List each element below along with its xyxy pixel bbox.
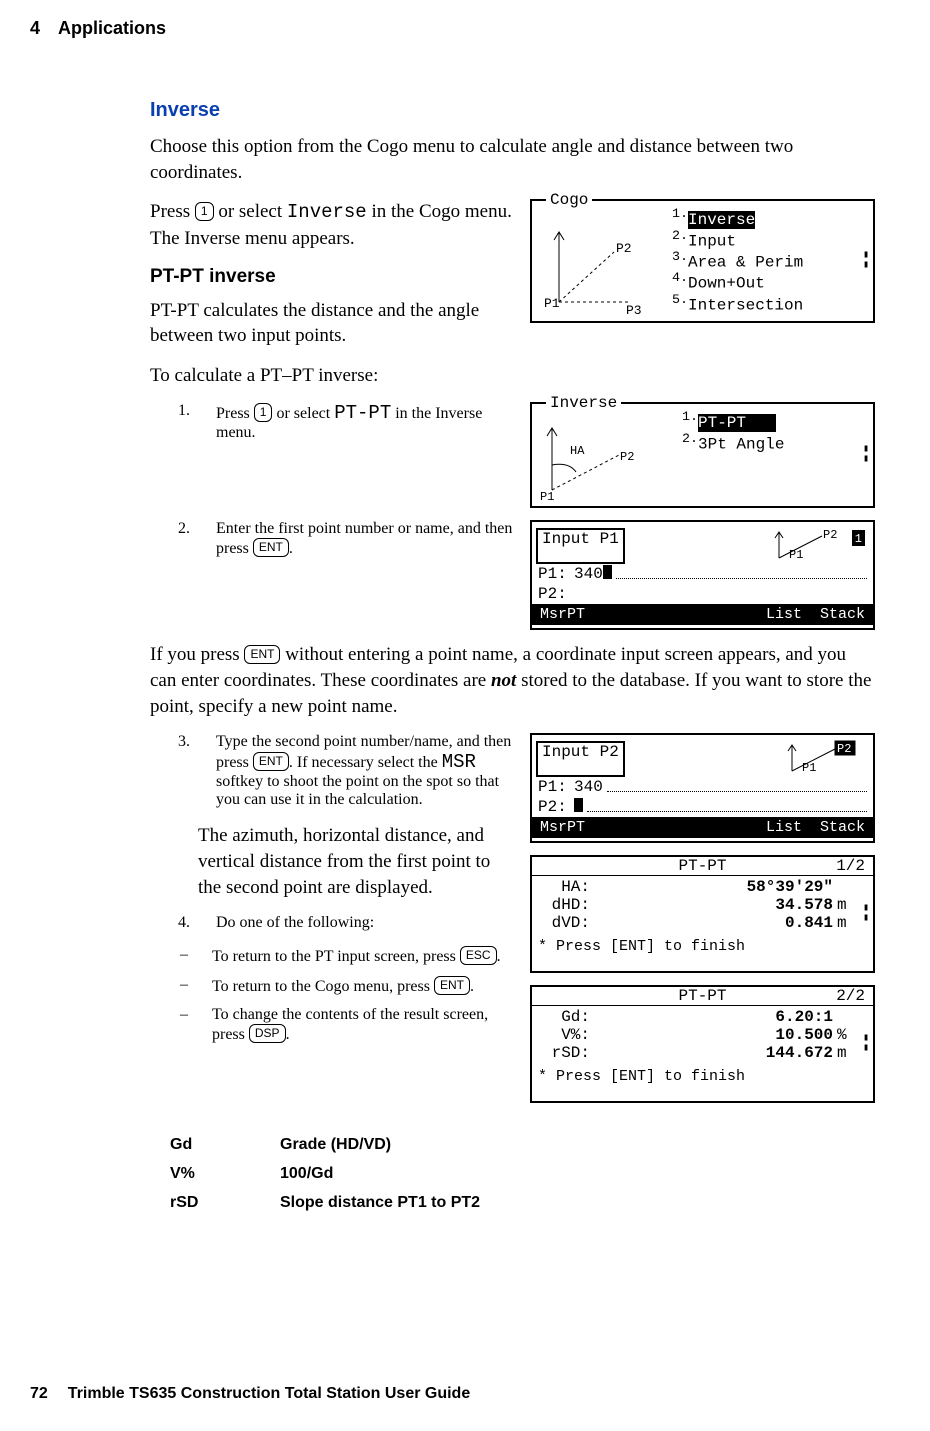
chapter-number: 4 [30,18,40,39]
key-dsp: DSP [249,1024,286,1043]
screen-input-p1: Input P1 P1 P2 1 P1: 340 [530,520,875,630]
result2-page: 2/2 [836,987,865,1005]
svg-text:P1: P1 [544,296,560,311]
lock-icons: ▮▮ [863,445,869,465]
result1-row-ha: HA:58°39'29" [538,878,853,896]
cursor-icon [574,798,583,812]
step-3: 3. Type the second point number/name, an… [178,733,514,809]
screen-inverse-menu: Inverse HA P1 P2 1.PT-PT 2.3Pt Angle ▮▮ [530,402,875,508]
result2-row-gd: Gd:6.20:1 [538,1008,853,1026]
lock-icons: ▮▮ [863,904,869,924]
key-ent: ENT [253,752,289,771]
input-p1-badge: 1 [852,530,865,546]
result1-page: 1/2 [836,857,865,875]
result1-title: PT-PT [678,857,726,875]
result2-hint: * Press [ENT] to finish [532,1064,873,1087]
page-footer: 72 Trimble TS635 Construction Total Stat… [30,1385,470,1403]
svg-text:P2: P2 [823,528,837,542]
step-2: 2. Enter the first point number or name,… [178,520,514,558]
svg-text:HA: HA [570,444,585,458]
screen-input-p2: Input P2 P1 P2 P1: 340 [530,733,875,843]
softkey-msrpt: MsrPT [540,606,585,623]
input-p1-row-p1: P1: 340 [532,564,873,584]
input-p1-diagram-icon: P1 P2 [767,526,852,564]
result2-row-rsd: rSD:144.672m [538,1044,853,1062]
softkey-list: List [766,606,802,623]
section-intro: Choose this option from the Cogo menu to… [150,134,875,185]
result2-row-vp: V%:10.500% [538,1026,853,1044]
lock-icons: ▮▮ [863,251,869,271]
lock-icons: ▮▮ [863,1034,869,1054]
cogo-item-1: 1.Inverse [672,207,863,228]
svg-text:P1: P1 [802,761,816,775]
input-p2-diagram-icon: P1 P2 [780,739,865,777]
svg-text:P2: P2 [620,450,634,464]
inverse-diagram-icon: HA P1 P2 [534,410,654,502]
result2-title: PT-PT [678,987,726,1005]
svg-text:P3: P3 [626,303,642,315]
option-ent: –To return to the Cogo menu, press ENT. [180,976,514,996]
cogo-item-5: 5.Intersection [672,293,863,314]
key-1: 1 [254,403,273,422]
token-inverse: Inverse [287,201,367,223]
book-title: Trimble TS635 Construction Total Station… [68,1385,470,1403]
screen-result-2: PT-PT 2/2 Gd:6.20:1 V%:10.500% rSD:144.6… [530,985,875,1103]
key-ent: ENT [244,645,280,664]
key-ent: ENT [434,976,470,995]
token-ptpt: PT-PT [334,402,391,424]
softkey-msrpt: MsrPT [540,819,585,836]
cursor-icon [603,565,612,579]
cogo-item-3: 3.Area & Perim [672,250,863,271]
key-ent: ENT [253,538,289,557]
definitions-table: GdGrade (HD/VD) V%100/Gd rSDSlope distan… [170,1131,875,1217]
softkey-stack: Stack [820,606,865,623]
input-p1-title: Input P1 [536,528,625,564]
input-p2-softkeys: MsrPT List Stack [532,817,873,838]
input-p2-title: Input P2 [536,741,625,777]
token-msr: MSR [442,751,476,773]
inverse-press-instruction: Press 1 or select Inverse in the Cogo me… [150,199,514,251]
inverse-item-1: 1.PT-PT [682,410,863,431]
cogo-diagram-icon: P1 P2 P3 [534,207,654,315]
cogo-item-4: 4.Down+Out [672,271,863,292]
def-row-vp: V%100/Gd [170,1160,875,1189]
svg-text:P2: P2 [837,742,851,756]
def-row-rsd: rSDSlope distance PT1 to PT2 [170,1189,875,1218]
screen-result-1: PT-PT 1/2 HA:58°39'29" dHD:34.578m dVD:0… [530,855,875,973]
page-number: 72 [30,1385,48,1403]
def-row-gd: GdGrade (HD/VD) [170,1131,875,1160]
result1-hint: * Press [ENT] to finish [532,934,873,957]
key-esc: ESC [460,946,497,965]
running-header: 4 Applications [0,0,930,39]
section-heading-inverse: Inverse [150,99,875,122]
chapter-title: Applications [58,18,166,39]
option-dsp: –To change the contents of the result sc… [180,1006,514,1044]
ptpt-description: PT-PT calculates the distance and the an… [150,298,514,349]
input-p1-softkeys: MsrPT List Stack [532,604,873,625]
cogo-item-2: 2.Input [672,229,863,250]
emphasis-not: not [491,670,516,691]
ptpt-intro: To calculate a PT–PT inverse: [150,363,875,389]
input-p2-row-p1: P1: 340 [532,777,873,797]
screen-cogo-menu: Cogo P1 P2 P3 1.Inverse 2.Input 3.Area &… [530,199,875,323]
svg-text:P1: P1 [540,490,554,502]
svg-text:P1: P1 [789,548,803,562]
key-1: 1 [195,202,214,221]
step-1: 1. Press 1 or select PT-PT in the Invers… [178,402,514,442]
softkey-list: List [766,819,802,836]
step-3-result-note: The azimuth, horizontal distance, and ve… [198,823,514,900]
step-4: 4. Do one of the following: [178,914,514,932]
result1-row-dvd: dVD:0.841m [538,914,853,932]
option-esc: –To return to the PT input screen, press… [180,946,514,966]
svg-text:P2: P2 [616,241,632,256]
ptpt-note: If you press ENT without entering a poin… [150,642,875,719]
inverse-item-2: 2.3Pt Angle [682,432,863,453]
softkey-stack: Stack [820,819,865,836]
ptpt-heading: PT-PT inverse [150,266,514,288]
result1-row-dhd: dHD:34.578m [538,896,853,914]
input-p1-row-p2: P2: [532,584,873,604]
input-p2-row-p2: P2: [532,797,873,817]
